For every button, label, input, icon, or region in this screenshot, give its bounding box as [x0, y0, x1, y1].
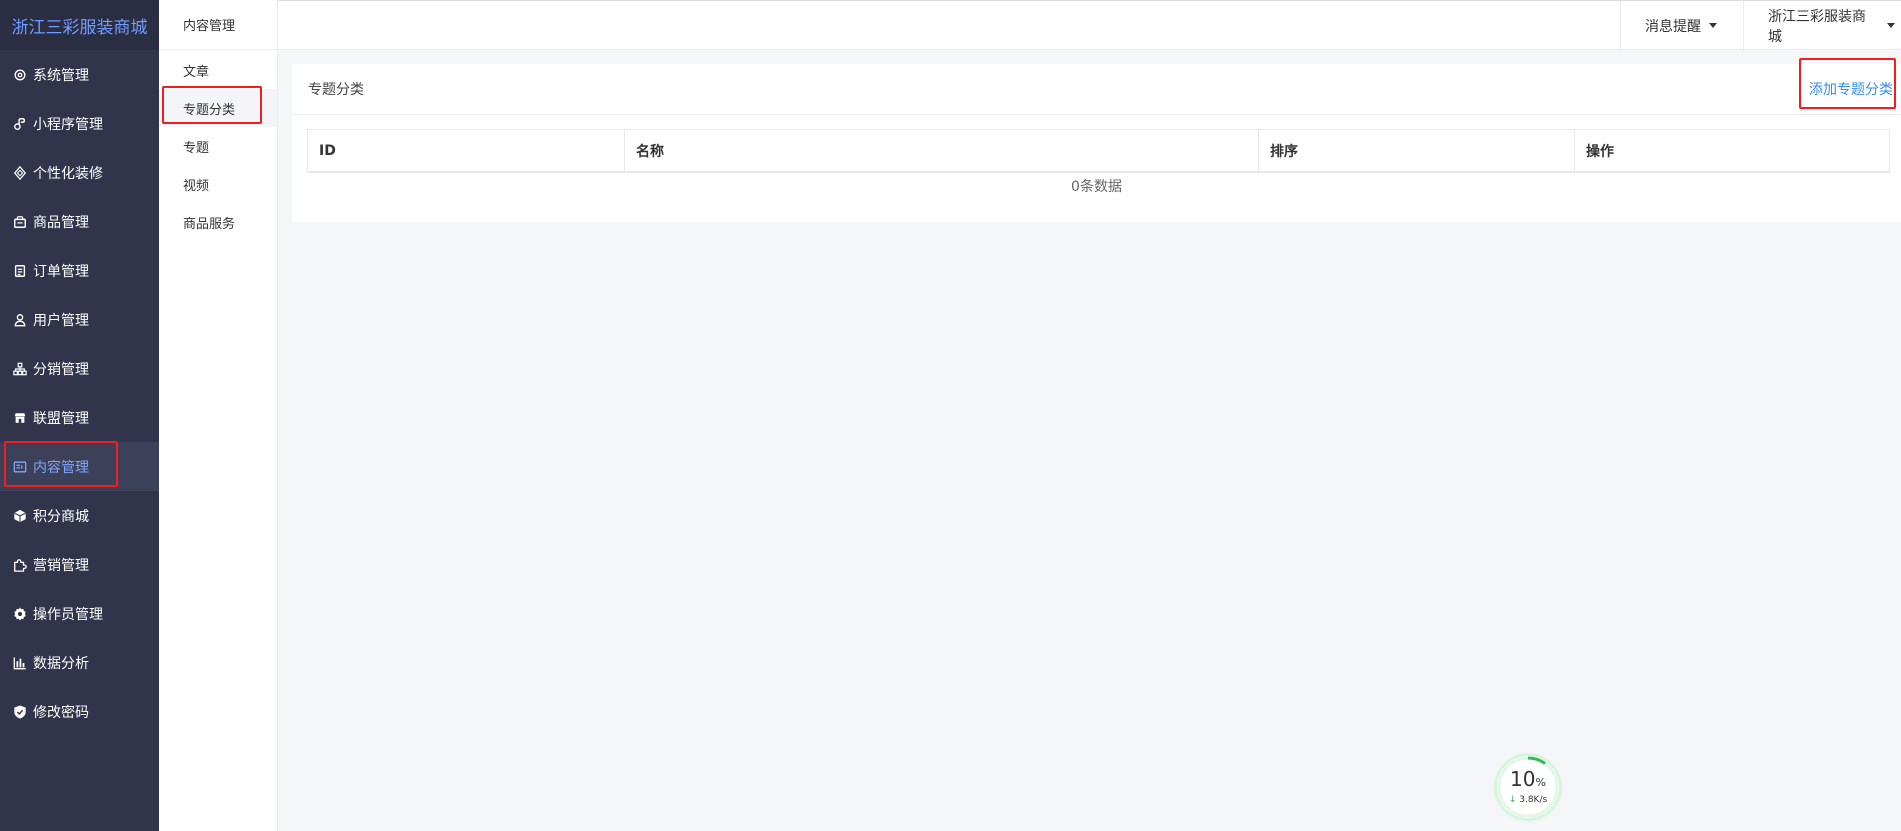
speed-percent: 10% — [1510, 769, 1546, 793]
sidebar-item-label: 小程序管理 — [33, 116, 103, 133]
sidebar-item-content[interactable]: 内容管理 — [0, 442, 159, 491]
down-arrow-icon: ↓ — [1508, 795, 1517, 805]
gear-solid-icon — [12, 606, 28, 622]
sidebar-item-distribution[interactable]: 分销管理 — [0, 344, 159, 393]
notifications-dropdown[interactable]: 消息提醒 — [1620, 1, 1743, 50]
sidebar-item-goods[interactable]: 商品管理 — [0, 197, 159, 246]
speed-percent-value: 10 — [1510, 767, 1536, 791]
hierarchy-icon — [12, 361, 28, 377]
bar-chart-icon — [12, 655, 28, 671]
content-icon — [12, 459, 28, 475]
table-empty-text: 0条数据 — [1071, 179, 1122, 195]
subnav-item-video[interactable]: 视频 — [159, 165, 277, 203]
link-icon — [12, 116, 28, 132]
bag-icon — [12, 214, 28, 230]
sidebar-item-alliance[interactable]: 联盟管理 — [0, 393, 159, 442]
sidebar-item-label: 分销管理 — [33, 361, 89, 378]
topic-category-card: 专题分类 添加专题分类 ID 名称 排序 操作 0条数据 — [292, 64, 1901, 222]
add-topic-category-button[interactable]: 添加专题分类 — [1809, 79, 1893, 99]
sidebar-item-label: 内容管理 — [33, 459, 89, 476]
sidebar-item-label: 订单管理 — [33, 263, 89, 280]
sidebar-item-system[interactable]: 系统管理 — [0, 50, 159, 99]
sidebar-item-analytics[interactable]: 数据分析 — [0, 638, 159, 687]
speed-percent-unit: % — [1535, 776, 1546, 789]
sidebar-item-label: 积分商城 — [33, 508, 89, 525]
sidebar-item-label: 系统管理 — [33, 67, 89, 84]
notifications-label: 消息提醒 — [1645, 18, 1701, 35]
column-header-id: ID — [308, 130, 625, 171]
gear-outline-icon — [12, 67, 28, 83]
sidebar-item-operators[interactable]: 操作员管理 — [0, 589, 159, 638]
speed-rate-value: 3.8K/s — [1519, 795, 1548, 805]
sidebar-item-label: 个性化装修 — [33, 165, 103, 182]
column-header-name: 名称 — [625, 130, 1259, 171]
card-title: 专题分类 — [308, 82, 364, 98]
store-icon — [12, 410, 28, 426]
table-header-row: ID 名称 排序 操作 — [308, 130, 1889, 172]
sidebar-item-label: 操作员管理 — [33, 606, 103, 623]
sidebar-item-decoration[interactable]: 个性化装修 — [0, 148, 159, 197]
puzzle-icon — [12, 557, 28, 573]
sidebar-item-users[interactable]: 用户管理 — [0, 295, 159, 344]
subnav-item-topic[interactable]: 专题 — [159, 127, 277, 165]
sidebar-item-miniprogram[interactable]: 小程序管理 — [0, 99, 159, 148]
subnav-list: 文章 专题分类 专题 视频 商品服务 — [159, 50, 277, 241]
account-label: 浙江三彩服装商城 — [1768, 8, 1866, 45]
subnav-title: 内容管理 — [159, 0, 277, 50]
sidebar-item-points-mall[interactable]: 积分商城 — [0, 491, 159, 540]
top-header: 消息提醒 浙江三彩服装商城 — [278, 0, 1901, 50]
brand-title[interactable]: 浙江三彩服装商城 — [0, 0, 159, 50]
subnav-item-goods-service[interactable]: 商品服务 — [159, 203, 277, 241]
column-header-sort: 排序 — [1259, 130, 1575, 171]
sub-sidebar: 内容管理 文章 专题分类 专题 视频 商品服务 — [159, 0, 278, 831]
sidebar-item-marketing[interactable]: 营销管理 — [0, 540, 159, 589]
cube-icon — [12, 508, 28, 524]
shield-icon — [12, 704, 28, 720]
speed-rate: ↓ 3.8K/s — [1509, 795, 1547, 805]
user-icon — [12, 312, 28, 328]
subnav-item-topic-category[interactable]: 专题分类 — [159, 89, 277, 127]
caret-down-icon — [1887, 23, 1895, 28]
sidebar-item-change-password[interactable]: 修改密码 — [0, 687, 159, 736]
sidebar-item-label: 联盟管理 — [33, 410, 89, 427]
topic-category-table: ID 名称 排序 操作 — [307, 129, 1890, 173]
sidebar-item-label: 数据分析 — [33, 655, 89, 672]
account-dropdown[interactable]: 浙江三彩服装商城 — [1743, 1, 1901, 50]
column-header-actions: 操作 — [1586, 143, 1614, 160]
subnav-item-article[interactable]: 文章 — [159, 51, 277, 89]
diamond-icon — [12, 165, 28, 181]
main-sidebar: 浙江三彩服装商城 系统管理 小程序管理 个性化装修 商品管理 订单管理 用户管理 — [0, 0, 159, 831]
sidebar-item-label: 用户管理 — [33, 312, 89, 329]
sidebar-item-label: 修改密码 — [33, 704, 89, 721]
card-header: 专题分类 添加专题分类 — [292, 64, 1901, 115]
sidebar-item-label: 营销管理 — [33, 557, 89, 574]
network-speed-widget[interactable]: 10% ↓ 3.8K/s — [1497, 756, 1559, 818]
caret-down-icon — [1709, 23, 1717, 28]
sidebar-item-label: 商品管理 — [33, 214, 89, 231]
clipboard-icon — [12, 263, 28, 279]
sidebar-item-orders[interactable]: 订单管理 — [0, 246, 159, 295]
